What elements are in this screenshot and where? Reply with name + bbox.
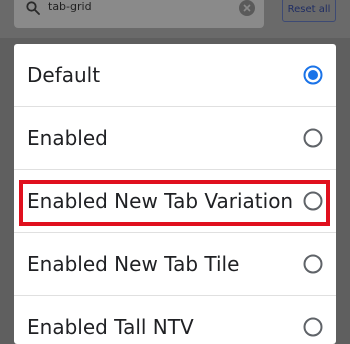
option-enabled-new-tab-variation[interactable]: Enabled New Tab Variation bbox=[14, 170, 336, 233]
reset-all-button[interactable]: Reset all bbox=[282, 0, 336, 22]
radio-selected-icon[interactable] bbox=[303, 65, 323, 85]
option-label: Enabled Tall NTV bbox=[27, 315, 194, 339]
radio-unselected-icon[interactable] bbox=[303, 317, 323, 337]
radio-unselected-icon[interactable] bbox=[303, 254, 323, 274]
clear-icon[interactable] bbox=[239, 0, 255, 16]
search-input[interactable]: tab-grid bbox=[48, 0, 92, 13]
option-default[interactable]: Default bbox=[14, 44, 336, 107]
option-label: Enabled New Tab Tile bbox=[27, 252, 240, 276]
flag-options-dialog: Default Enabled Enabled New Tab Variatio… bbox=[14, 44, 336, 344]
search-box[interactable]: tab-grid bbox=[14, 0, 264, 28]
option-enabled-new-tab-tile[interactable]: Enabled New Tab Tile bbox=[14, 233, 336, 296]
option-enabled-tall-ntv[interactable]: Enabled Tall NTV bbox=[14, 296, 336, 344]
search-icon bbox=[26, 1, 40, 15]
flags-toolbar: tab-grid Reset all bbox=[0, 0, 350, 38]
radio-unselected-icon[interactable] bbox=[303, 128, 323, 148]
option-enabled[interactable]: Enabled bbox=[14, 107, 336, 170]
radio-unselected-icon[interactable] bbox=[303, 191, 323, 211]
option-label: Default bbox=[27, 63, 101, 87]
option-label: Enabled bbox=[27, 126, 108, 150]
option-label: Enabled New Tab Variation bbox=[27, 189, 294, 213]
